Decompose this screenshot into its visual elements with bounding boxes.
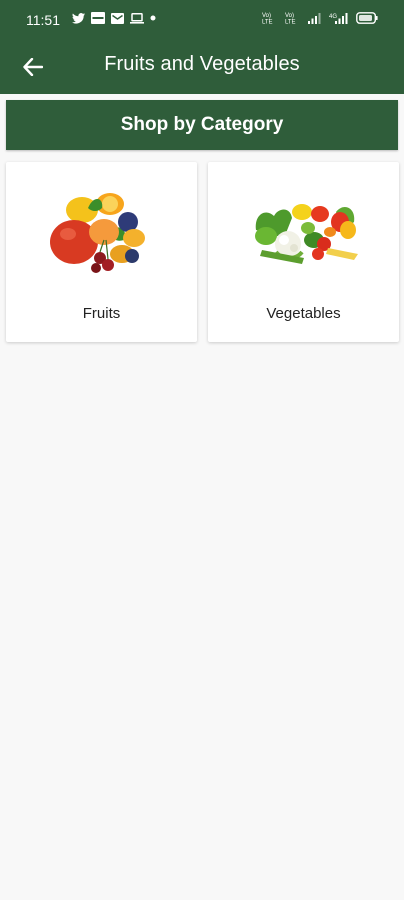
notification-icons [72,12,156,24]
fruits-image [6,192,197,292]
twitter-icon [72,12,85,24]
battery-icon [356,11,378,24]
wifi-calling-icon: Vo)LTE [262,13,273,25]
mail-icon [111,12,124,24]
laptop-icon [130,12,144,24]
vegetables-image [208,192,399,292]
status-time: 11:51 [26,12,60,28]
category-card-fruits[interactable]: Fruits [6,162,197,342]
category-label: Fruits [82,305,121,322]
svg-text:Vo): Vo) [285,13,294,19]
system-icons: Vo) LTE Vo) LTE 4G [262,11,378,24]
section-header: Shop by Category [6,100,398,150]
signal-icon: 4G [329,12,348,24]
signal-icon [308,12,321,24]
svg-text:LTE: LTE [262,20,273,25]
section-header-label: Shop by Category [120,114,284,135]
dot-icon [150,15,156,21]
app-bar: Fruits and Vegetables [0,40,404,94]
category-label: Vegetables [266,305,341,322]
status-bar: 11:51 Vo) LTE Vo) LTE 4G [0,0,404,40]
svg-text:LTE: LTE [285,20,296,25]
svg-text:Vo): Vo) [262,13,271,19]
svg-text:4G: 4G [329,14,337,20]
page-title: Fruits and Vegetables [104,53,300,75]
message-icon [91,12,105,24]
volte-icon: Vo)LTE [285,13,296,25]
category-card-vegetables[interactable]: Vegetables [208,162,399,342]
